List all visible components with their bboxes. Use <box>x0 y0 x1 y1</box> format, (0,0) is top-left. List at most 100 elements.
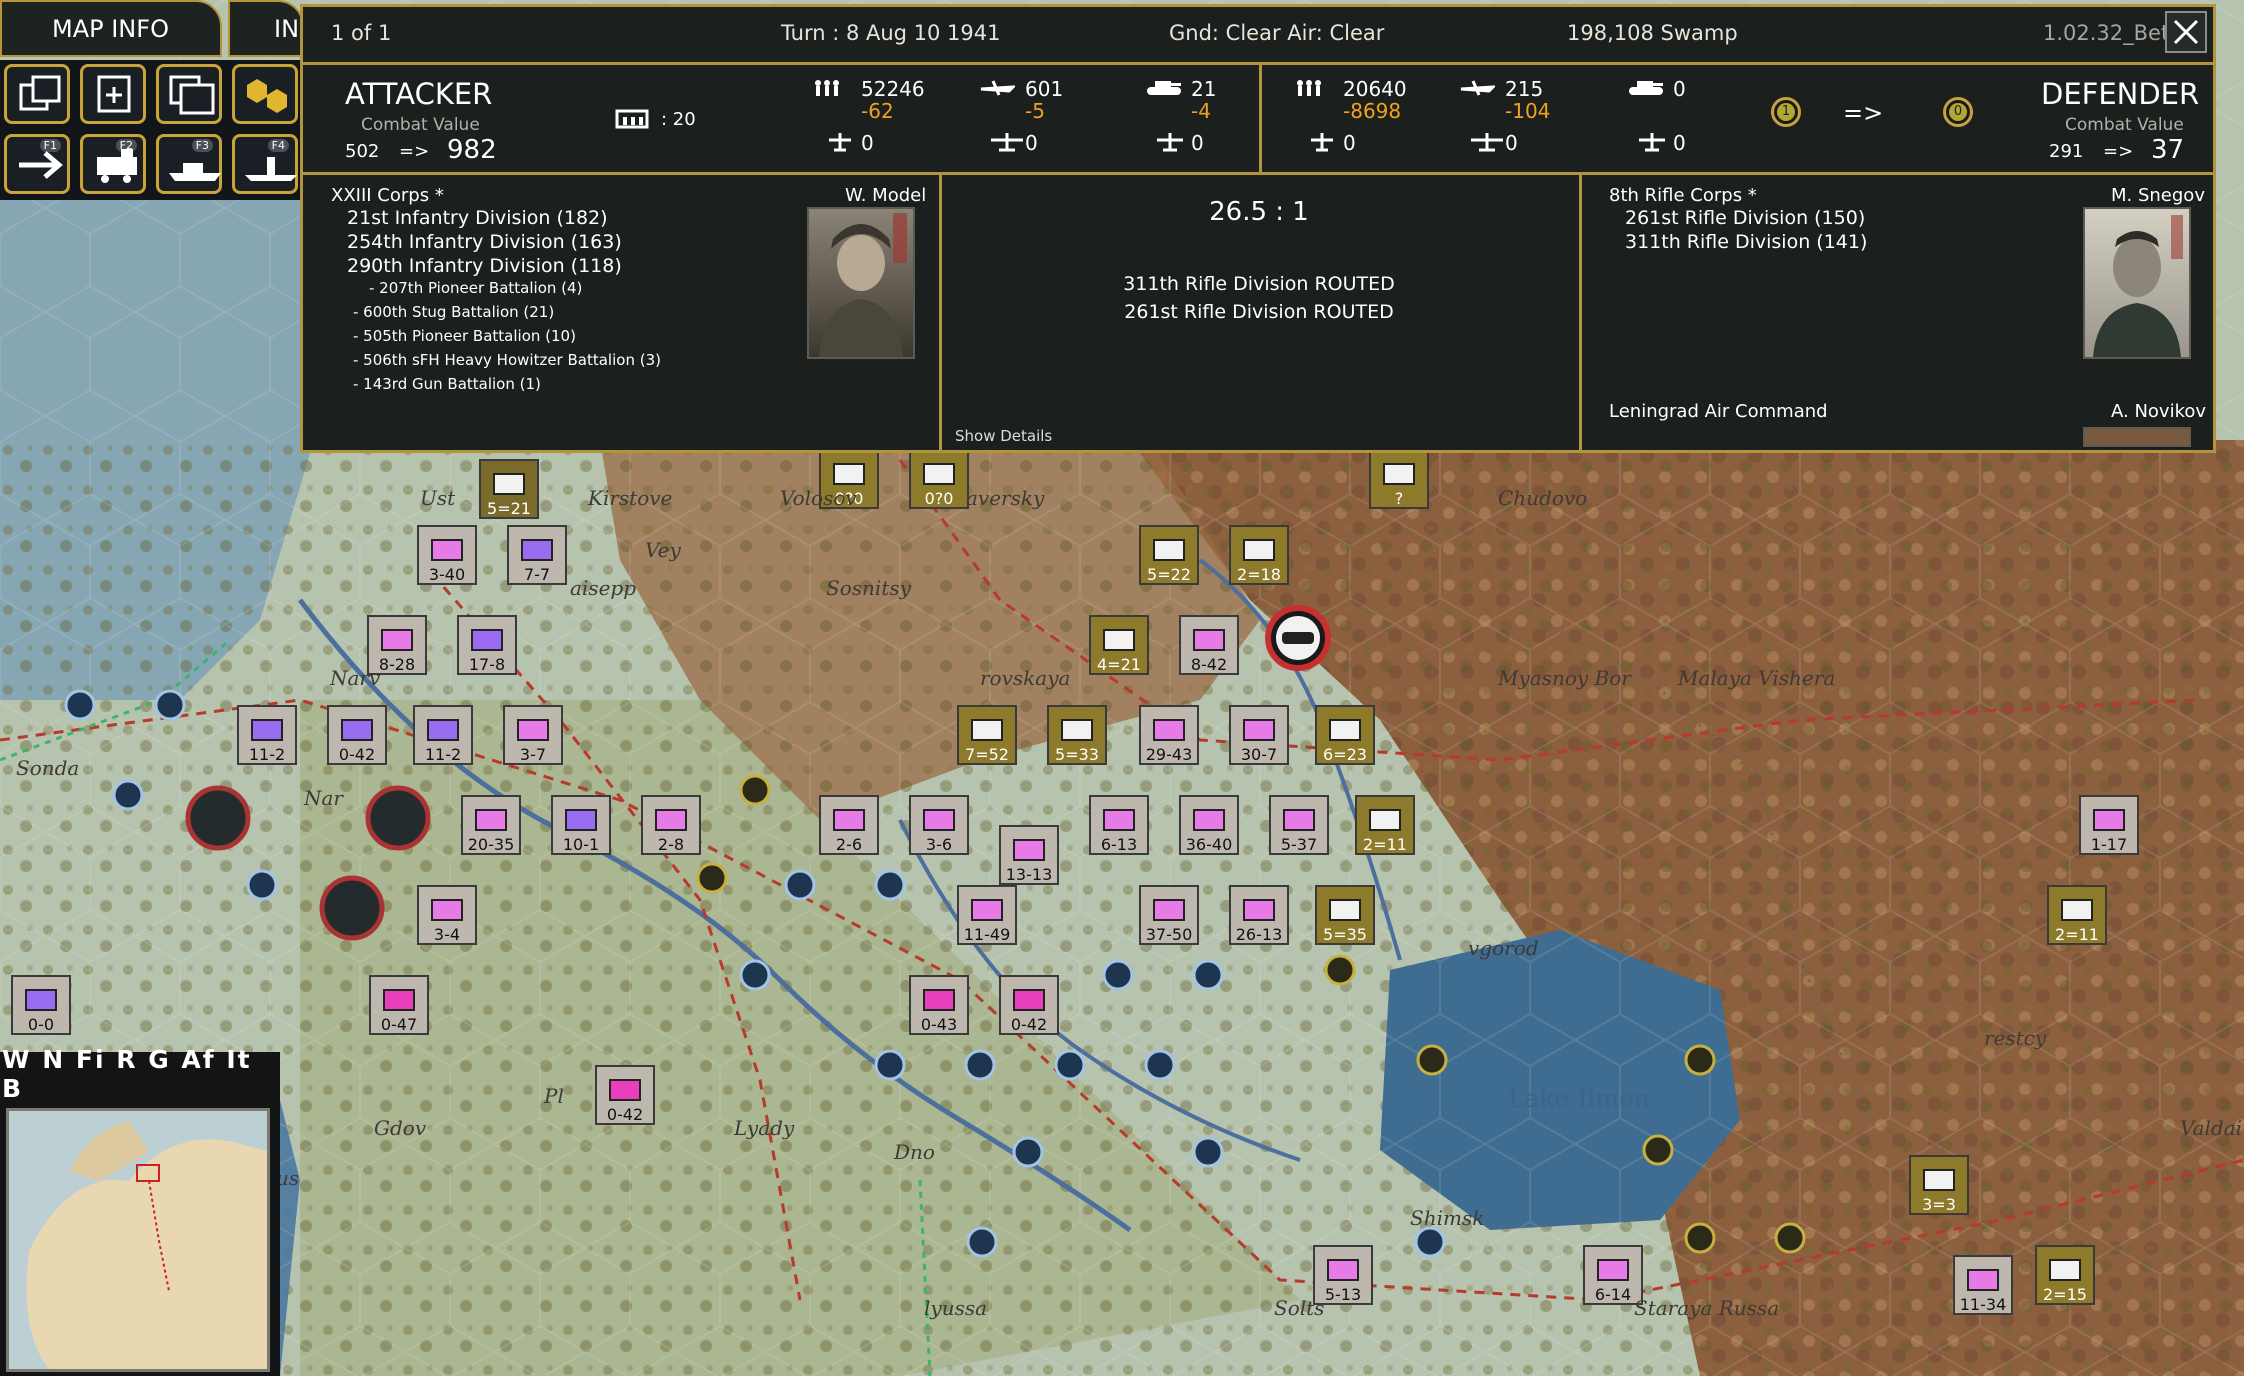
unit-counter[interactable]: 3-6 <box>909 795 969 855</box>
unit-counter[interactable]: 2-6 <box>819 795 879 855</box>
map-label-staraya-russa: Staraya Russa <box>1634 1296 1780 1320</box>
unit-counter[interactable]: 7=52 <box>957 705 1017 765</box>
commander-portrait-icon <box>2093 215 2183 357</box>
move-mode-button[interactable]: F1 <box>4 134 70 194</box>
amphibious-mode-button[interactable]: F4 <box>232 134 298 194</box>
defender-division[interactable]: 311th Rifle Division (141) <box>1625 231 1867 253</box>
unit-counter[interactable]: 5=35 <box>1315 885 1375 945</box>
tab-info-label: IN <box>274 14 300 43</box>
unit-counter[interactable]: 3-4 <box>417 885 477 945</box>
unit-counter[interactable]: 17-8 <box>457 615 517 675</box>
unit-strength-label: 20-35 <box>468 835 515 854</box>
unit-counter[interactable]: 36-40 <box>1179 795 1239 855</box>
defender-air-2: 0 <box>1505 131 1518 155</box>
unit-symbol <box>923 463 955 485</box>
stacked-cards-button[interactable] <box>156 64 222 124</box>
hex-group-button[interactable] <box>232 64 298 124</box>
naval-mode-button[interactable]: F3 <box>156 134 222 194</box>
unit-strength-label: 17-8 <box>469 655 505 674</box>
unit-counter[interactable]: 7-7 <box>507 525 567 585</box>
unit-counter[interactable]: 2-8 <box>641 795 701 855</box>
unit-counter[interactable]: 3-40 <box>417 525 477 585</box>
unit-counter[interactable]: 11-2 <box>413 705 473 765</box>
attacker-men-loss: -62 <box>861 99 894 123</box>
unit-counter[interactable]: 0-47 <box>369 975 429 1035</box>
copy-unit-icon <box>19 75 61 111</box>
unit-strength-label: 8-28 <box>379 655 415 674</box>
copy-unit-button[interactable] <box>4 64 70 124</box>
stacked-cards-icon <box>169 75 215 115</box>
unit-strength-label: 2=15 <box>2043 1285 2087 1304</box>
unit-counter[interactable]: 5=22 <box>1139 525 1199 585</box>
attacker-title: ATTACKER <box>345 77 493 111</box>
unit-counter[interactable]: 0-42 <box>327 705 387 765</box>
unit-counter[interactable]: 0-42 <box>999 975 1059 1035</box>
close-button[interactable] <box>2165 11 2207 53</box>
unit-symbol <box>1923 1169 1955 1191</box>
unit-counter[interactable]: 11-49 <box>957 885 1017 945</box>
rail-mode-button[interactable]: F2 <box>80 134 146 194</box>
defender-cv-to: 37 <box>2151 135 2185 165</box>
map-label-malaya-vishera: Malaya Vishera <box>1678 666 1836 690</box>
defender-men: 20640 <box>1343 77 1407 101</box>
unit-strength-label: 3=3 <box>1922 1195 1956 1214</box>
tab-map-info[interactable]: MAP INFO <box>0 0 222 57</box>
unit-counter[interactable]: 3=3 <box>1909 1155 1969 1215</box>
defender-air-command[interactable]: Leningrad Air Command <box>1609 401 1828 422</box>
defender-division[interactable]: 261st Rifle Division (150) <box>1625 207 1865 229</box>
unit-counter[interactable]: 6=23 <box>1315 705 1375 765</box>
defender-bomber-icon <box>1471 133 1503 152</box>
unit-counter[interactable]: 20-35 <box>461 795 521 855</box>
unit-counter[interactable]: 5-37 <box>1269 795 1329 855</box>
unit-counter[interactable]: 0?0 <box>909 449 969 509</box>
unit-counter[interactable]: 29-43 <box>1139 705 1199 765</box>
defender-cv-from: 291 <box>2049 141 2084 162</box>
unit-counter[interactable]: 2=11 <box>2047 885 2107 945</box>
unit-counter[interactable]: 11-2 <box>237 705 297 765</box>
attacker-division[interactable]: 254th Infantry Division (163) <box>347 231 622 253</box>
tab-info[interactable]: IN <box>228 0 304 57</box>
unit-counter[interactable]: 0-42 <box>595 1065 655 1125</box>
attacker-division[interactable]: 21st Infantry Division (182) <box>347 207 608 229</box>
unit-symbol <box>971 899 1003 921</box>
unit-counter[interactable]: 4=21 <box>1089 615 1149 675</box>
unit-strength-label: 0-0 <box>28 1015 54 1034</box>
unit-counter[interactable]: 1-17 <box>2079 795 2139 855</box>
attacker-hq[interactable]: XXIII Corps * <box>331 185 444 206</box>
unit-counter[interactable]: 37-50 <box>1139 885 1199 945</box>
unit-counter[interactable]: 11-34 <box>1953 1255 2013 1315</box>
unit-counter[interactable]: 2=11 <box>1355 795 1415 855</box>
unit-counter[interactable]: 0-43 <box>909 975 969 1035</box>
unit-counter[interactable]: 2=18 <box>1229 525 1289 585</box>
unit-counter[interactable]: 10-1 <box>551 795 611 855</box>
unit-symbol <box>475 809 507 831</box>
unit-counter[interactable]: 2=15 <box>2035 1245 2095 1305</box>
attacker-support-unit: - 506th sFH Heavy Howitzer Battalion (3) <box>353 351 661 369</box>
hex-group-icon <box>247 79 287 113</box>
attacker-support-unit: - 207th Pioneer Battalion (4) <box>369 279 583 297</box>
defender-air-unit-icon <box>1311 133 1333 152</box>
show-details-link[interactable]: Show Details <box>955 427 1052 445</box>
minimap[interactable] <box>6 1108 270 1372</box>
unit-counter[interactable]: 8-42 <box>1179 615 1239 675</box>
unit-counter[interactable]: 26-13 <box>1229 885 1289 945</box>
unit-strength-label: 5=33 <box>1055 745 1099 764</box>
defender-hq[interactable]: 8th Rifle Corps * <box>1609 185 1757 206</box>
unit-counter[interactable]: 13-13 <box>999 825 1059 885</box>
map-label-shimsk: Shimsk <box>1410 1206 1485 1230</box>
add-unit-button[interactable] <box>80 64 146 124</box>
unit-counter[interactable]: 5=21 <box>479 459 539 519</box>
unit-counter[interactable]: ? <box>1369 449 1429 509</box>
unit-strength-label: 3-7 <box>520 745 546 764</box>
minimap-tabs[interactable]: W N Fi R G Af It B <box>0 1045 280 1103</box>
unit-counter[interactable]: 6-13 <box>1089 795 1149 855</box>
unit-counter[interactable]: 30-7 <box>1229 705 1289 765</box>
stats-divider <box>1259 65 1262 175</box>
attacker-support-unit: - 505th Pioneer Battalion (10) <box>353 327 576 345</box>
attacker-division[interactable]: 290th Infantry Division (118) <box>347 255 622 277</box>
unit-symbol <box>1153 539 1185 561</box>
unit-counter[interactable]: 0-0 <box>11 975 71 1035</box>
unit-counter[interactable]: 3-7 <box>503 705 563 765</box>
unit-strength-label: 36-40 <box>1186 835 1233 854</box>
unit-counter[interactable]: 5=33 <box>1047 705 1107 765</box>
